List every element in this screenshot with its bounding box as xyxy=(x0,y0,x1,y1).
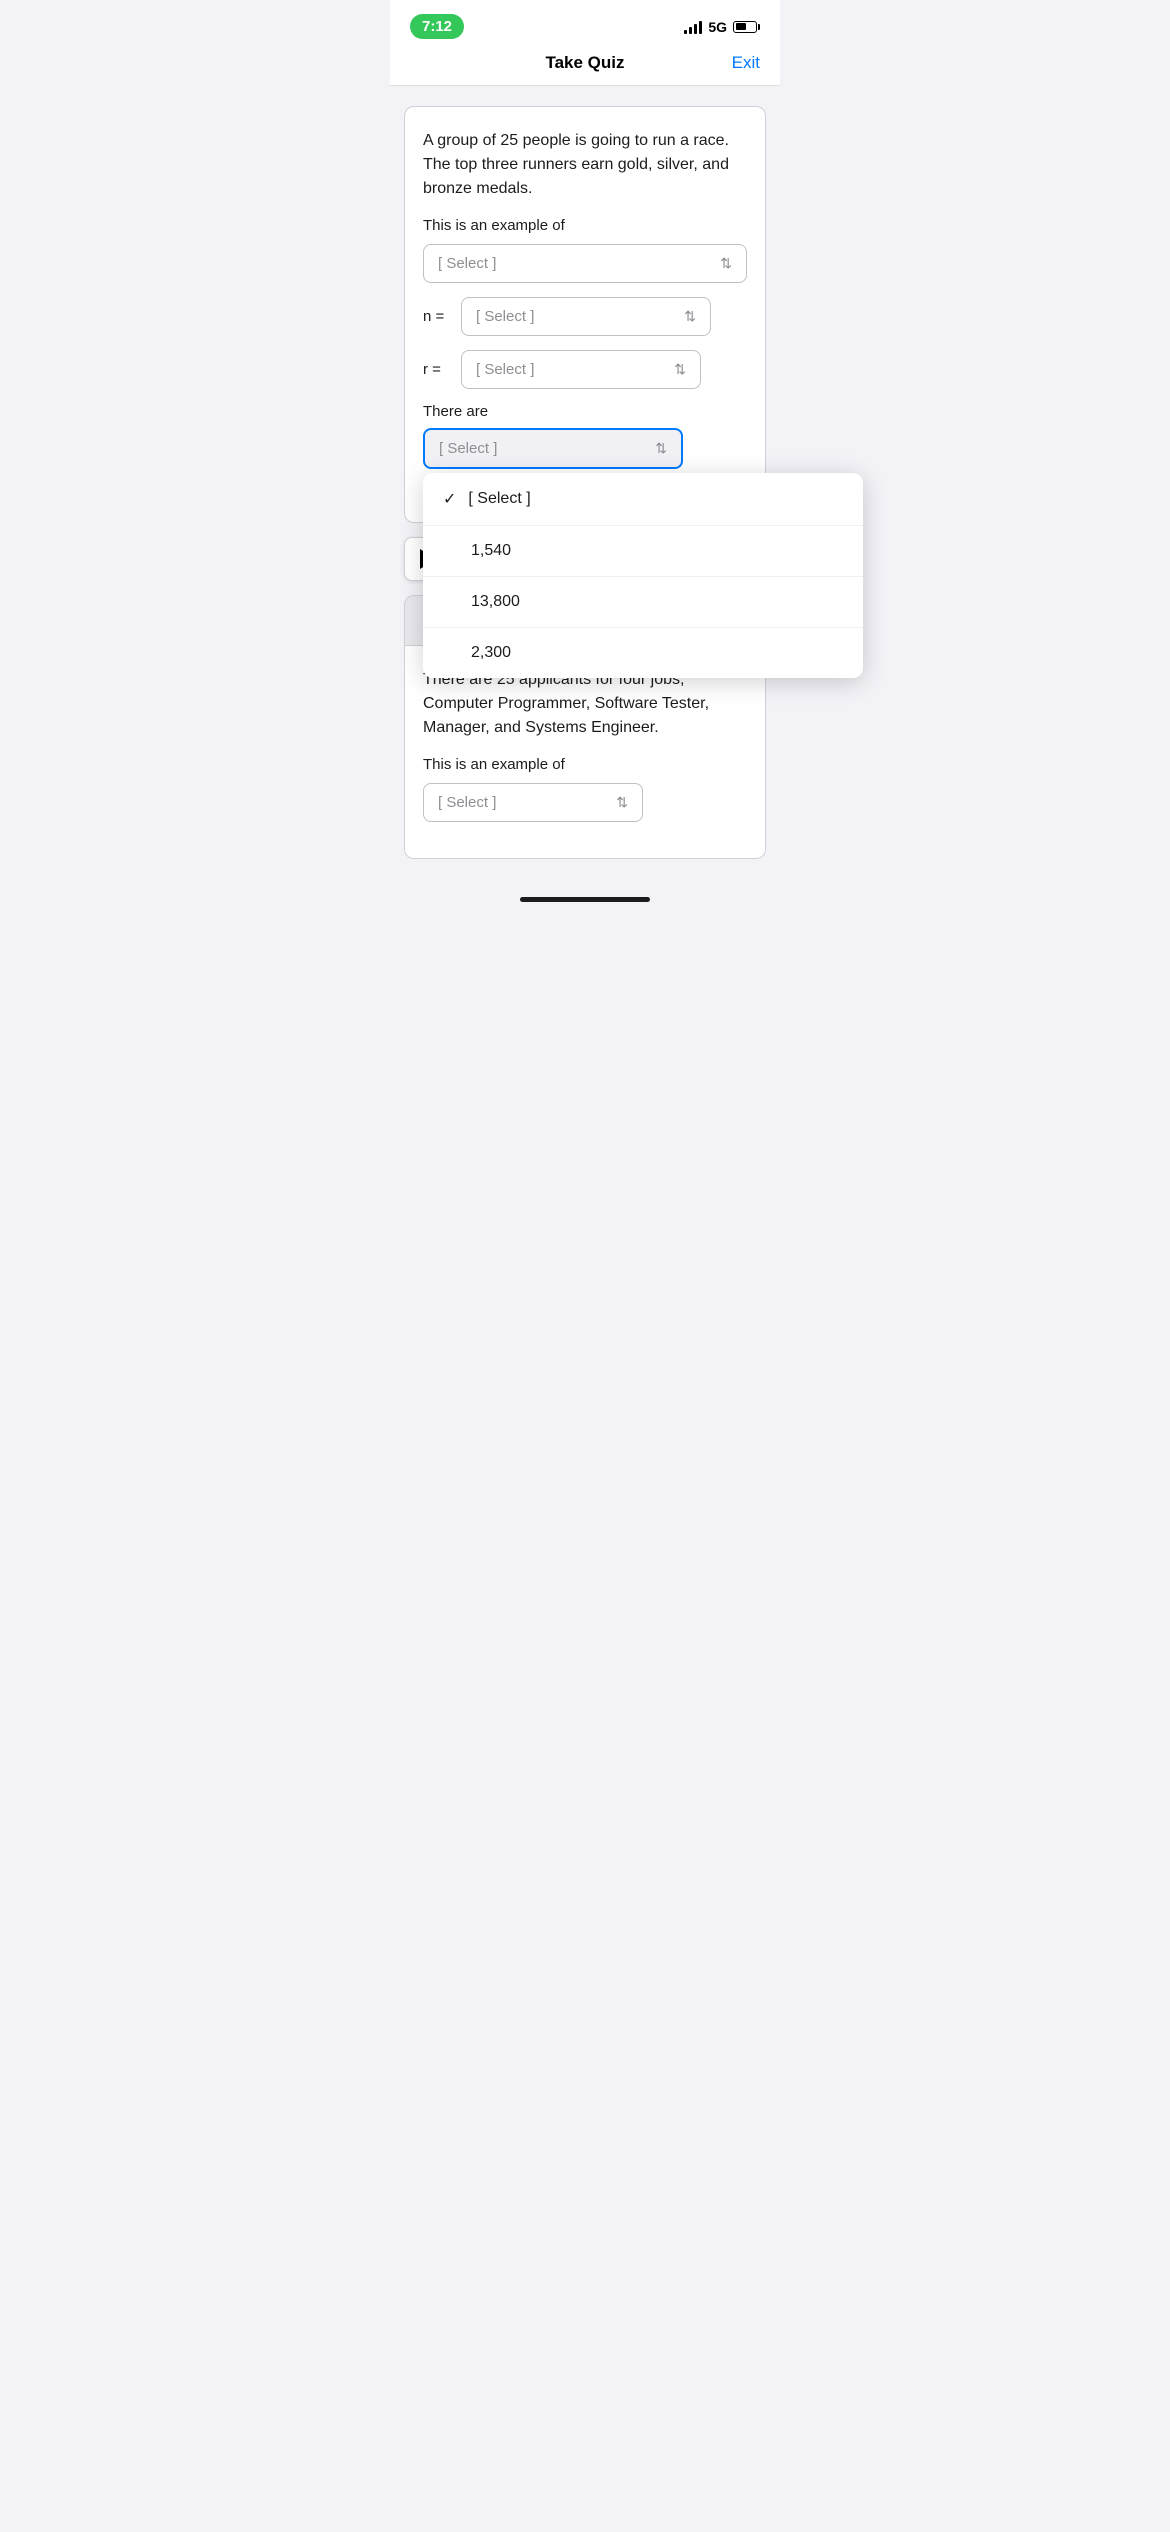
q8-n-row: n = [ Select ] ⇅ xyxy=(423,297,747,336)
question-8-prompt: A group of 25 people is going to run a r… xyxy=(423,129,747,201)
q8-sub-label: This is an example of xyxy=(423,217,747,234)
there-are-label: There are xyxy=(423,403,488,420)
q9-prompt: There are 25 applicants for four jobs; C… xyxy=(423,668,747,740)
q8-n-label: n = xyxy=(423,308,451,325)
battery-icon xyxy=(733,21,760,33)
dropdown-item-13800[interactable]: 13,800 xyxy=(423,577,863,628)
q8-n-placeholder: [ Select ] xyxy=(476,308,534,325)
dropdown-item-2300[interactable]: 2,300 xyxy=(423,628,863,678)
main-content: A group of 25 people is going to run a r… xyxy=(390,86,780,879)
q9-example-select[interactable]: [ Select ] ⇅ xyxy=(423,783,643,822)
chevron-updown-icon-r: ⇅ xyxy=(674,361,686,378)
q8-example-select-row: [ Select ] ⇅ xyxy=(423,244,747,283)
q8-there-are-row: There are [ Select ] ⇅ ✓ [ Select ] 1,54… xyxy=(423,403,747,469)
q9-example-select-row: [ Select ] ⇅ xyxy=(423,783,747,822)
dropdown-item-1540[interactable]: 1,540 xyxy=(423,526,863,577)
nav-title: Take Quiz xyxy=(545,53,624,72)
q8-r-label: r = xyxy=(423,361,451,378)
home-indicator xyxy=(520,897,650,902)
q8-r-row: r = [ Select ] ⇅ xyxy=(423,350,747,389)
network-label: 5G xyxy=(708,19,727,35)
dropdown-item-label-1540: 1,540 xyxy=(471,542,511,560)
dropdown-item-label: [ Select ] xyxy=(468,490,530,508)
q9-example-placeholder: [ Select ] xyxy=(438,794,496,811)
status-bar: 7:12 5G xyxy=(390,0,780,45)
dropdown-item-label-13800: 13,800 xyxy=(471,593,520,611)
status-time: 7:12 xyxy=(410,14,464,39)
chevron-updown-icon-q9: ⇅ xyxy=(616,794,628,811)
checkmark-icon: ✓ xyxy=(443,489,456,509)
nav-bar: Take Quiz Exit xyxy=(390,45,780,86)
q8-n-select[interactable]: [ Select ] ⇅ xyxy=(461,297,711,336)
question-8-card: A group of 25 people is going to run a r… xyxy=(404,106,766,523)
chevron-updown-icon-there: ⇅ xyxy=(655,440,667,457)
dropdown-item-label-2300: 2,300 xyxy=(471,644,511,662)
signal-icon xyxy=(684,20,702,34)
chevron-updown-icon-n: ⇅ xyxy=(684,308,696,325)
chevron-updown-icon: ⇅ xyxy=(720,255,732,272)
q9-sub-label: This is an example of xyxy=(423,756,747,773)
q8-example-placeholder: [ Select ] xyxy=(438,255,496,272)
q8-there-are-select[interactable]: [ Select ] ⇅ xyxy=(423,428,683,469)
exit-button[interactable]: Exit xyxy=(732,53,760,73)
status-icons: 5G xyxy=(684,19,760,35)
q8-there-are-placeholder: [ Select ] xyxy=(439,440,497,457)
dropdown-item-select[interactable]: ✓ [ Select ] xyxy=(423,473,863,526)
dropdown-menu: ✓ [ Select ] 1,540 13,800 2,300 xyxy=(423,473,863,678)
q8-there-are-dropdown-wrapper: [ Select ] ⇅ ✓ [ Select ] 1,540 13,800 xyxy=(423,428,683,469)
q8-example-select[interactable]: [ Select ] ⇅ xyxy=(423,244,747,283)
q8-r-placeholder: [ Select ] xyxy=(476,361,534,378)
q8-r-select[interactable]: [ Select ] ⇅ xyxy=(461,350,701,389)
